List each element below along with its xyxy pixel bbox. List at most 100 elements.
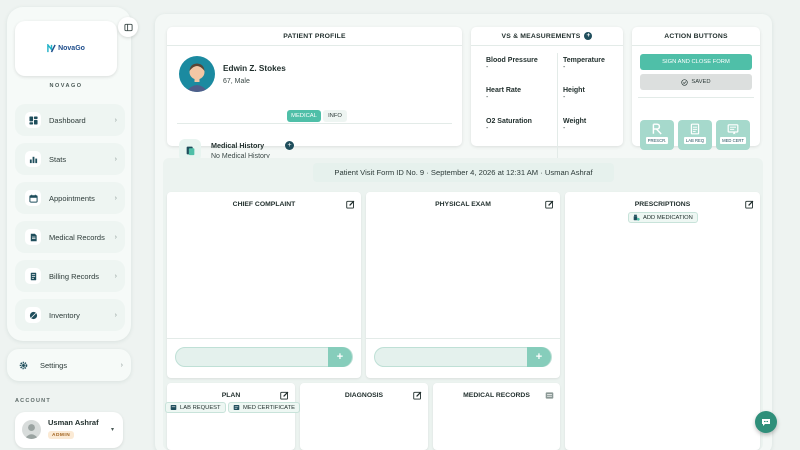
sidebar-item-inventory[interactable]: Inventory › (15, 299, 125, 331)
patient-profile-title: PATIENT PROFILE (167, 27, 462, 46)
vital-weight: Weight - (563, 118, 586, 132)
dashboard-icon (25, 112, 41, 128)
chevron-right-icon: › (120, 361, 123, 369)
bar-chart-icon (25, 151, 41, 167)
pill-icon (25, 307, 41, 323)
sidebar-item-dashboard[interactable]: Dashboard › (15, 104, 125, 136)
diagnosis-title: DIAGNOSIS (344, 391, 384, 399)
sidebar-item-label: Stats (49, 154, 67, 164)
chevron-down-icon[interactable]: ▾ (111, 426, 114, 433)
rx-icon (652, 123, 662, 135)
saved-label: SAVED (691, 79, 711, 85)
chief-complaint-title: CHIEF COMPLAINT (232, 200, 296, 208)
plan-card: PLAN (167, 383, 295, 450)
sidebar-item-medical-records[interactable]: Medical Records › (15, 221, 125, 253)
certificate-icon (233, 405, 240, 410)
vital-heart-rate: Heart Rate - (486, 87, 521, 101)
tab-medical[interactable]: MEDICAL (287, 110, 321, 122)
vitals-card: VS & MEASUREMENTS + Blood Pressure - Tem… (471, 27, 623, 163)
sidebar-item-label: Medical Records (49, 232, 105, 242)
vital-value: - (486, 125, 489, 132)
tab-info[interactable]: INFO (323, 110, 347, 122)
vital-label: O2 Saturation (486, 118, 532, 125)
sidebar-item-appointments[interactable]: Appointments › (15, 182, 125, 214)
add-medication-button[interactable]: ADD MEDICATION (628, 212, 698, 223)
sidebar-toggle-icon (123, 23, 133, 31)
logo: NovaGo (47, 44, 85, 53)
records-list-icon[interactable] (545, 391, 554, 400)
user-avatar-icon (24, 424, 39, 439)
sidebar-item-label: Appointments (49, 193, 95, 203)
add-medical-history-button[interactable]: + (285, 141, 294, 150)
lab-icon (170, 405, 177, 410)
chevron-right-icon: › (114, 155, 117, 163)
saved-button[interactable]: SAVED (640, 74, 752, 90)
med-certificate-chip-label: MED CERTIFICATE (243, 404, 295, 411)
edit-icon[interactable] (346, 200, 355, 209)
vital-label: Blood Pressure (486, 57, 538, 64)
vitals-title-text: VS & MEASUREMENTS (501, 32, 581, 40)
logo-text: NovaGo (58, 45, 85, 52)
vital-value: - (486, 64, 489, 71)
vital-label: Height (563, 87, 585, 94)
chevron-right-icon: › (114, 272, 117, 280)
chevron-right-icon: › (114, 233, 117, 241)
sidebar-item-label: Billing Records (49, 271, 100, 281)
patient-name: Edwin Z. Stokes (223, 64, 286, 73)
prescription-button[interactable]: PRESCR. (640, 120, 674, 150)
visit-form-header: Patient Visit Form ID No. 9 · September … (313, 163, 614, 182)
physical-exam-title: PHYSICAL EXAM (435, 200, 491, 208)
edit-icon[interactable] (280, 391, 289, 400)
sidebar-item-label: Inventory (49, 310, 80, 320)
divider (366, 338, 560, 339)
vital-height: Height - (563, 87, 585, 101)
medical-records-title: MEDICAL RECORDS (463, 391, 530, 399)
edit-icon[interactable] (745, 200, 754, 209)
edit-icon[interactable] (413, 391, 422, 400)
prescription-label: PRESCR. (645, 137, 669, 144)
role-badge: ADMIN (48, 431, 75, 439)
physical-exam-input[interactable]: + (374, 347, 552, 367)
vital-temperature: Temperature - (563, 57, 605, 71)
lab-request-button[interactable]: LAB REQUEST (165, 402, 226, 413)
sidebar-item-label: Dashboard (49, 115, 86, 125)
divider (177, 123, 452, 124)
gear-icon (19, 361, 28, 370)
add-physical-exam-button[interactable]: + (527, 347, 551, 367)
patient-age-sex: 67, Male (223, 78, 250, 85)
sidebar-item-stats[interactable]: Stats › (15, 143, 125, 175)
diagnosis-card: DIAGNOSIS (300, 383, 428, 450)
document-icon (25, 229, 41, 245)
patient-profile-card: PATIENT PROFILE Edwin Z. Stokes 67, Male… (167, 27, 462, 161)
sidebar-collapse-button[interactable] (118, 17, 138, 37)
prescriptions-card: PRESCRIPTIONS ADD MEDICATION (565, 192, 760, 450)
sidebar-item-billing-records[interactable]: Billing Records › (15, 260, 125, 292)
chevron-right-icon: › (114, 194, 117, 202)
chevron-right-icon: › (114, 116, 117, 124)
brand-caption: NOVAGO (49, 83, 83, 89)
add-medication-label: ADD MEDICATION (643, 214, 693, 221)
lab-request-chip-label: LAB REQUEST (180, 404, 221, 411)
lab-request-doc-button[interactable]: LAB REQ (678, 120, 712, 150)
vital-label: Temperature (563, 57, 605, 64)
vital-value: - (563, 125, 566, 132)
med-cert-doc-button[interactable]: MED CERT (716, 120, 750, 150)
chat-button[interactable] (755, 411, 777, 433)
chief-complaint-input[interactable]: + (175, 347, 353, 367)
certificate-icon (727, 124, 739, 135)
edit-icon[interactable] (545, 200, 554, 209)
settings-button[interactable]: Settings › (7, 349, 131, 381)
add-vitals-button[interactable]: + (584, 32, 593, 40)
action-buttons-card: ACTION BUTTONS SIGN AND CLOSE FORM SAVED… (632, 27, 760, 150)
avatar (22, 420, 41, 439)
sign-and-close-button[interactable]: SIGN AND CLOSE FORM (640, 54, 752, 70)
chat-icon (762, 419, 770, 426)
logo-card[interactable]: NovaGo (15, 21, 117, 76)
medical-history-title: Medical History (211, 141, 265, 150)
patient-portrait-icon (186, 63, 208, 92)
check-circle-icon (681, 78, 689, 86)
account-menu[interactable]: Usman Ashraf ADMIN ▾ (15, 412, 123, 448)
add-chief-complaint-button[interactable]: + (328, 347, 352, 367)
med-certificate-button[interactable]: MED CERTIFICATE (228, 402, 300, 413)
receipt-icon (25, 268, 41, 284)
